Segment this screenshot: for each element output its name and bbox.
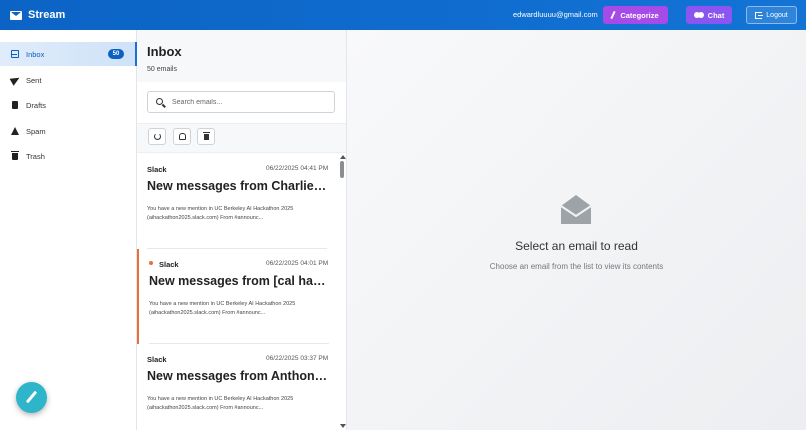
sidebar-item-label: Inbox [26,50,45,59]
email-date: 06/22/2025 04:41 PM [266,165,329,172]
sidebar-item-drafts[interactable]: Drafts [0,93,137,117]
list-header: Inbox 50 emails [137,30,346,82]
envelope-icon [10,10,22,20]
search-input[interactable] [172,96,322,109]
sidebar: Inbox 50 Sent Drafts Spam Trash [0,30,137,430]
trash-icon [11,151,19,160]
compose-button[interactable] [16,382,47,413]
categorize-label: Categorize [620,10,659,20]
refresh-button[interactable] [148,128,166,145]
unread-dot [149,261,153,265]
sidebar-item-label: Spam [26,127,46,136]
email-subject: New messages from Charlie [cal hackathon… [147,179,329,193]
magic-wand-icon [610,10,616,20]
email-list-pane: Inbox 50 emails Slack 06/22/2025 04:41 P… [137,30,347,430]
delete-button[interactable] [197,128,215,145]
top-bar: Stream edwardluuuu@gmail.com Categorize … [0,0,806,30]
email-count: 50 emails [147,66,177,73]
search-box[interactable] [147,91,335,113]
user-email: edwardluuuu@gmail.com [513,10,598,19]
list-toolbar [137,123,346,153]
sidebar-item-inbox[interactable]: Inbox 50 [0,42,137,66]
trash-icon [203,132,210,140]
chat-label: Chat [707,10,725,20]
envelope-open-icon [560,195,592,224]
empty-state-subtitle: Choose an email from the list to view it… [489,262,664,271]
search-icon [156,98,163,105]
list-item[interactable]: Slack 06/22/2025 04:01 PM New messages f… [137,249,346,344]
email-date: 06/22/2025 03:37 PM [266,355,329,362]
chat-button[interactable]: Chat [686,6,732,24]
inbox-icon [11,50,19,58]
email-subject: New messages from Anthony [cal hackathon… [147,369,329,383]
logout-label: Logout [766,11,788,19]
email-sender: Slack [159,260,179,269]
refresh-icon [154,133,161,140]
scrollbar-thumb[interactable] [340,161,344,178]
warning-icon [11,127,19,135]
scroll-down-icon[interactable] [340,424,346,428]
email-preview: You have a new mention in UC Berkeley AI… [147,396,294,411]
categorize-button[interactable]: Categorize [603,6,668,24]
sidebar-item-sent[interactable]: Sent [0,68,137,92]
unread-count-badge: 50 [108,49,124,59]
list-item[interactable]: Slack 06/22/2025 04:41 PM New messages f… [137,154,346,249]
email-date: 06/22/2025 04:01 PM [266,260,329,267]
mark-read-button[interactable] [173,128,191,145]
sidebar-item-label: Sent [26,76,42,85]
list-item[interactable]: Slack 06/22/2025 03:37 PM New messages f… [137,344,346,430]
empty-state-title: Select an email to read [515,239,638,253]
send-icon [9,74,22,86]
chat-icon [693,11,705,19]
pencil-icon [25,390,38,404]
email-preview: You have a new mention in UC Berkeley AI… [149,301,296,316]
sidebar-item-label: Trash [26,152,45,161]
logout-icon [755,11,764,19]
page-title: Inbox [147,44,182,59]
brand[interactable]: Stream [10,9,65,21]
sidebar-item-spam[interactable]: Spam [0,119,137,143]
scrollbar[interactable] [339,153,346,430]
email-preview: You have a new mention in UC Berkeley AI… [147,206,294,221]
envelope-open-icon [179,133,186,140]
email-sender: Slack [147,355,167,364]
reading-pane: Select an email to read Choose an email … [347,30,806,430]
file-icon [12,101,18,109]
logout-button[interactable]: Logout [746,6,797,24]
email-subject: New messages from [cal hackathon] [149,274,331,288]
app-name: Stream [28,9,66,21]
sidebar-item-label: Drafts [26,101,47,110]
scroll-up-icon[interactable] [340,155,346,159]
email-sender: Slack [147,165,167,174]
sidebar-item-trash[interactable]: Trash [0,144,137,168]
